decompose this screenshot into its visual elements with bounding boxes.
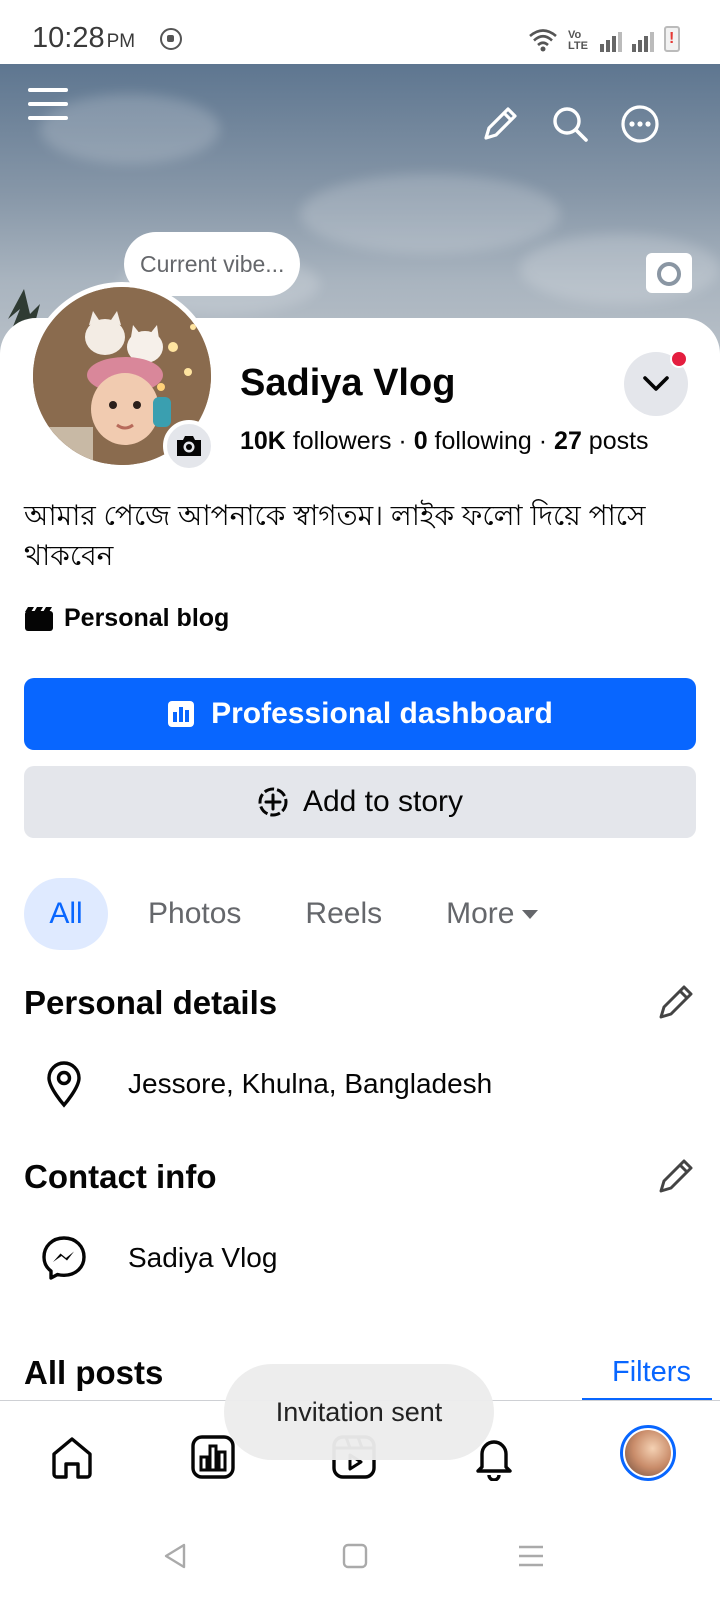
- all-posts-title: All posts: [24, 1354, 164, 1391]
- recents-icon[interactable]: [516, 1541, 546, 1576]
- home-square-icon[interactable]: [340, 1541, 370, 1576]
- profile-name: Sadiya Vlog: [240, 362, 456, 404]
- personal-details-title: Personal details: [24, 984, 278, 1021]
- tab-all[interactable]: All: [24, 878, 108, 950]
- toast-message: Invitation sent: [275, 1396, 443, 1427]
- professional-dashboard-button[interactable]: Professional dashboard: [24, 678, 696, 750]
- search-icon[interactable]: [546, 100, 594, 148]
- profile-stats[interactable]: 10K followers · 0 following · 27 posts: [240, 427, 649, 456]
- edit-icon[interactable]: [476, 100, 524, 148]
- add-to-story-button[interactable]: Add to story: [24, 766, 696, 838]
- content-tabs: All Photos Reels More: [24, 878, 578, 950]
- tab-reels[interactable]: Reels: [281, 878, 406, 950]
- system-navigation-bar: [0, 1511, 720, 1600]
- posts-label: posts: [581, 427, 649, 455]
- add-story-icon: [258, 787, 288, 817]
- dashboard-chart-icon: [168, 701, 195, 727]
- location-pin-icon: [47, 1061, 81, 1108]
- edit-contact-info-icon[interactable]: [656, 1156, 696, 1196]
- story-button-label: Add to story: [302, 785, 464, 818]
- nav-avatar-image: [625, 1430, 671, 1476]
- location-text: Jessore, Khulna, Bangladesh: [128, 1068, 493, 1099]
- dashboard-button-label: Professional dashboard: [211, 697, 553, 730]
- page-category: Personal blog: [24, 604, 229, 633]
- filters-button[interactable]: Filters: [612, 1356, 691, 1389]
- contact-info-title: Contact info: [24, 1158, 217, 1195]
- status-icons: Vo LTE: [528, 26, 680, 52]
- wifi-icon: [529, 29, 557, 52]
- status-bar: 10:28 PM Vo LTE: [0, 0, 720, 64]
- following-label: following ·: [427, 427, 555, 455]
- battery-icon: [664, 26, 680, 52]
- profile-bio: আমার পেজে আপনাকে স্বাগতম। লাইক ফলো দিয়ে…: [24, 500, 646, 571]
- messenger-row[interactable]: Sadiya Vlog: [24, 1234, 277, 1282]
- posts-count: 27: [554, 427, 582, 455]
- volte-label: Vo LTE: [568, 29, 588, 52]
- followers-label: followers ·: [285, 427, 414, 455]
- menu-icon[interactable]: [24, 80, 72, 128]
- messenger-text: Sadiya Vlog: [128, 1242, 278, 1273]
- tab-photos[interactable]: Photos: [124, 878, 265, 950]
- chevron-down-icon: [643, 376, 669, 391]
- tab-more[interactable]: More: [422, 878, 562, 950]
- status-time: 10:28 PM: [32, 22, 136, 54]
- avatar-camera-icon[interactable]: [163, 420, 215, 472]
- cover-camera-icon[interactable]: [646, 253, 692, 293]
- following-count: 0: [413, 427, 428, 455]
- back-icon[interactable]: [160, 1541, 190, 1576]
- messenger-icon: [42, 1236, 86, 1280]
- location-row: Jessore, Khulna, Bangladesh: [24, 1060, 492, 1108]
- signal-icon: [600, 30, 622, 52]
- caret-down-icon: [522, 909, 539, 919]
- vibe-placeholder: Current vibe...: [140, 250, 285, 277]
- sync-icon: [160, 28, 182, 50]
- signal-icon-2: [632, 30, 654, 52]
- edit-personal-details-icon[interactable]: [656, 982, 696, 1022]
- notification-dot: [670, 350, 688, 368]
- category-label: Personal blog: [64, 604, 230, 632]
- profile-avatar-tab[interactable]: [620, 1425, 676, 1481]
- toast-notification: Invitation sent: [224, 1364, 494, 1460]
- clapperboard-icon: [25, 606, 53, 631]
- home-icon[interactable]: [44, 1429, 100, 1485]
- more-options-icon[interactable]: [616, 100, 664, 148]
- followers-count: 10K: [240, 427, 286, 455]
